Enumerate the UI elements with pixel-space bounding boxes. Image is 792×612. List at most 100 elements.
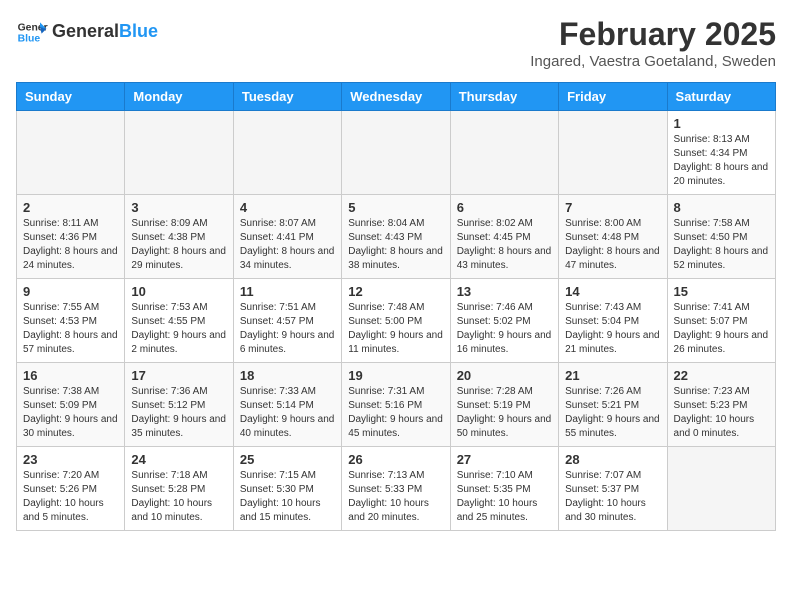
day-info: Sunrise: 7:18 AMSunset: 5:28 PMDaylight:… xyxy=(131,469,226,525)
day-info: Sunrise: 7:38 AMSunset: 5:09 PMDaylight:… xyxy=(23,385,118,441)
day-info: Sunrise: 7:48 AMSunset: 5:00 PMDaylight:… xyxy=(348,301,443,357)
calendar-cell xyxy=(342,111,450,195)
calendar-day-header: Friday xyxy=(559,83,667,111)
day-info: Sunrise: 8:07 AMSunset: 4:41 PMDaylight:… xyxy=(240,217,335,273)
day-info: Sunrise: 7:07 AMSunset: 5:37 PMDaylight:… xyxy=(565,469,660,525)
day-info: Sunrise: 7:23 AMSunset: 5:23 PMDaylight:… xyxy=(674,385,769,441)
calendar-cell: 10 Sunrise: 7:53 AMSunset: 4:55 PMDayligh… xyxy=(125,279,233,363)
day-info: Sunrise: 8:13 AMSunset: 4:34 PMDaylight:… xyxy=(674,133,769,189)
calendar-cell: 21 Sunrise: 7:26 AMSunset: 5:21 PMDayligh… xyxy=(559,363,667,447)
calendar-day-header: Thursday xyxy=(450,83,558,111)
calendar-cell: 1Sunrise: 8:13 AMSunset: 4:34 PMDaylight… xyxy=(667,111,775,195)
calendar-cell: 5 Sunrise: 8:04 AMSunset: 4:43 PMDaylight… xyxy=(342,195,450,279)
subtitle: Ingared, Vaestra Goetaland, Sweden xyxy=(530,53,776,70)
day-info: Sunrise: 7:10 AMSunset: 5:35 PMDaylight:… xyxy=(457,469,552,525)
calendar-cell: 17 Sunrise: 7:36 AMSunset: 5:12 PMDayligh… xyxy=(125,363,233,447)
calendar-cell: 22 Sunrise: 7:23 AMSunset: 5:23 PMDayligh… xyxy=(667,363,775,447)
calendar-cell: 8 Sunrise: 7:58 AMSunset: 4:50 PMDaylight… xyxy=(667,195,775,279)
calendar-cell xyxy=(17,111,125,195)
calendar-cell: 14 Sunrise: 7:43 AMSunset: 5:04 PMDayligh… xyxy=(559,279,667,363)
day-number: 16 xyxy=(23,368,118,383)
calendar-cell: 3 Sunrise: 8:09 AMSunset: 4:38 PMDaylight… xyxy=(125,195,233,279)
day-info: Sunrise: 7:43 AMSunset: 5:04 PMDaylight:… xyxy=(565,301,660,357)
calendar-cell: 11 Sunrise: 7:51 AMSunset: 4:57 PMDayligh… xyxy=(233,279,341,363)
calendar-cell: 7Sunrise: 8:00 AMSunset: 4:48 PMDaylight… xyxy=(559,195,667,279)
calendar-cell: 26 Sunrise: 7:13 AMSunset: 5:33 PMDayligh… xyxy=(342,447,450,531)
day-number: 15 xyxy=(674,284,769,299)
calendar-week-row: 16 Sunrise: 7:38 AMSunset: 5:09 PMDayligh… xyxy=(17,363,776,447)
calendar-cell: 27 Sunrise: 7:10 AMSunset: 5:35 PMDayligh… xyxy=(450,447,558,531)
main-title: February 2025 xyxy=(530,16,776,53)
calendar-header-row: SundayMondayTuesdayWednesdayThursdayFrid… xyxy=(17,83,776,111)
day-number: 11 xyxy=(240,284,335,299)
calendar-cell: 6Sunrise: 8:02 AMSunset: 4:45 PMDaylight… xyxy=(450,195,558,279)
day-number: 20 xyxy=(457,368,552,383)
calendar-cell xyxy=(667,447,775,531)
day-number: 18 xyxy=(240,368,335,383)
day-number: 24 xyxy=(131,452,226,467)
calendar-day-header: Wednesday xyxy=(342,83,450,111)
day-number: 3 xyxy=(131,200,226,215)
day-number: 19 xyxy=(348,368,443,383)
day-info: Sunrise: 7:26 AMSunset: 5:21 PMDaylight:… xyxy=(565,385,660,441)
calendar-day-header: Saturday xyxy=(667,83,775,111)
day-number: 8 xyxy=(674,200,769,215)
title-area: February 2025 Ingared, Vaestra Goetaland… xyxy=(530,16,776,70)
calendar-day-header: Sunday xyxy=(17,83,125,111)
calendar-week-row: 9 Sunrise: 7:55 AMSunset: 4:53 PMDaylight… xyxy=(17,279,776,363)
day-info: Sunrise: 7:41 AMSunset: 5:07 PMDaylight:… xyxy=(674,301,769,357)
day-number: 14 xyxy=(565,284,660,299)
calendar-cell: 13 Sunrise: 7:46 AMSunset: 5:02 PMDayligh… xyxy=(450,279,558,363)
day-number: 23 xyxy=(23,452,118,467)
day-number: 2 xyxy=(23,200,118,215)
calendar-cell: 24 Sunrise: 7:18 AMSunset: 5:28 PMDayligh… xyxy=(125,447,233,531)
logo-general: General xyxy=(52,21,119,41)
day-number: 28 xyxy=(565,452,660,467)
calendar-day-header: Tuesday xyxy=(233,83,341,111)
day-number: 17 xyxy=(131,368,226,383)
calendar-cell: 2 Sunrise: 8:11 AMSunset: 4:36 PMDaylight… xyxy=(17,195,125,279)
calendar-cell: 23Sunrise: 7:20 AMSunset: 5:26 PMDayligh… xyxy=(17,447,125,531)
day-number: 26 xyxy=(348,452,443,467)
day-number: 10 xyxy=(131,284,226,299)
day-info: Sunrise: 7:33 AMSunset: 5:14 PMDaylight:… xyxy=(240,385,335,441)
day-info: Sunrise: 7:36 AMSunset: 5:12 PMDaylight:… xyxy=(131,385,226,441)
calendar-week-row: 2 Sunrise: 8:11 AMSunset: 4:36 PMDaylight… xyxy=(17,195,776,279)
calendar-cell xyxy=(559,111,667,195)
logo-text: GeneralBlue xyxy=(52,22,158,42)
day-number: 21 xyxy=(565,368,660,383)
calendar-cell: 12 Sunrise: 7:48 AMSunset: 5:00 PMDayligh… xyxy=(342,279,450,363)
svg-text:Blue: Blue xyxy=(18,34,41,45)
day-number: 7 xyxy=(565,200,660,215)
calendar-cell: 9 Sunrise: 7:55 AMSunset: 4:53 PMDaylight… xyxy=(17,279,125,363)
logo: General Blue GeneralBlue xyxy=(16,16,158,48)
calendar-cell xyxy=(125,111,233,195)
day-info: Sunrise: 7:55 AMSunset: 4:53 PMDaylight:… xyxy=(23,301,118,357)
calendar-cell: 20Sunrise: 7:28 AMSunset: 5:19 PMDayligh… xyxy=(450,363,558,447)
day-info: Sunrise: 8:09 AMSunset: 4:38 PMDaylight:… xyxy=(131,217,226,273)
day-number: 4 xyxy=(240,200,335,215)
day-number: 13 xyxy=(457,284,552,299)
day-info: Sunrise: 7:13 AMSunset: 5:33 PMDaylight:… xyxy=(348,469,443,525)
day-info: Sunrise: 7:15 AMSunset: 5:30 PMDaylight:… xyxy=(240,469,335,525)
calendar-cell xyxy=(233,111,341,195)
day-number: 25 xyxy=(240,452,335,467)
calendar-cell: 25 Sunrise: 7:15 AMSunset: 5:30 PMDayligh… xyxy=(233,447,341,531)
calendar-week-row: 1Sunrise: 8:13 AMSunset: 4:34 PMDaylight… xyxy=(17,111,776,195)
day-number: 27 xyxy=(457,452,552,467)
day-info: Sunrise: 8:04 AMSunset: 4:43 PMDaylight:… xyxy=(348,217,443,273)
calendar-day-header: Monday xyxy=(125,83,233,111)
logo-icon: General Blue xyxy=(16,16,48,48)
day-info: Sunrise: 7:53 AMSunset: 4:55 PMDaylight:… xyxy=(131,301,226,357)
day-info: Sunrise: 7:51 AMSunset: 4:57 PMDaylight:… xyxy=(240,301,335,357)
day-info: Sunrise: 8:11 AMSunset: 4:36 PMDaylight:… xyxy=(23,217,118,273)
day-number: 6 xyxy=(457,200,552,215)
calendar-cell: 15 Sunrise: 7:41 AMSunset: 5:07 PMDayligh… xyxy=(667,279,775,363)
day-number: 9 xyxy=(23,284,118,299)
day-number: 5 xyxy=(348,200,443,215)
day-number: 12 xyxy=(348,284,443,299)
day-number: 22 xyxy=(674,368,769,383)
day-info: Sunrise: 7:58 AMSunset: 4:50 PMDaylight:… xyxy=(674,217,769,273)
day-info: Sunrise: 7:46 AMSunset: 5:02 PMDaylight:… xyxy=(457,301,552,357)
calendar-cell: 16 Sunrise: 7:38 AMSunset: 5:09 PMDayligh… xyxy=(17,363,125,447)
